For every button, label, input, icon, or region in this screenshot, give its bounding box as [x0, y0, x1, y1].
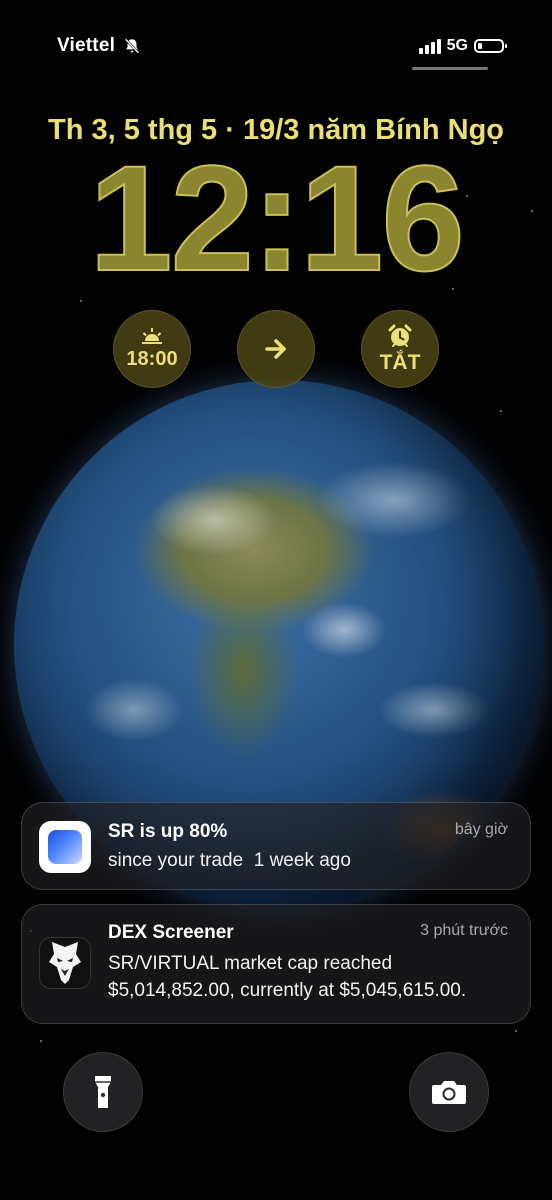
- camera-button[interactable]: [409, 1052, 489, 1132]
- battery-icon: [474, 39, 507, 53]
- notification-dex-screener[interactable]: DEX Screener 3 phút trước SR/VIRTUAL mar…: [21, 904, 531, 1024]
- notification-title: SR is up 80%: [108, 821, 228, 842]
- arrow-right-icon: [265, 339, 286, 359]
- notification-title: DEX Screener: [108, 922, 234, 943]
- eagle-icon: [39, 937, 91, 989]
- status-indicators: 5G: [418, 37, 507, 55]
- notification-time: 3 phút trước: [420, 922, 508, 939]
- sr-app-icon: [39, 821, 91, 873]
- camera-icon: [432, 1081, 466, 1104]
- lock-screen: Viettel 5G Th 3, 5 thg 5 · 19/3 năm Bính…: [0, 0, 552, 1200]
- sunset-icon: [142, 327, 162, 344]
- sunset-time: 18:00: [126, 347, 178, 370]
- directions-widget[interactable]: [237, 310, 315, 388]
- notification-time: bây giờ: [454, 821, 508, 838]
- alarm-widget[interactable]: TẮT: [361, 310, 439, 388]
- notification-body: SR/VIRTUAL market cap reached $5,014,852…: [108, 953, 467, 1001]
- signal-bars-icon: [418, 38, 441, 54]
- sunset-widget[interactable]: 18:00: [113, 310, 191, 388]
- carrier-name: Viettel: [57, 35, 116, 56]
- lock-clock: 12:16: [88, 134, 466, 302]
- notification-body: since your trade 1 week ago: [108, 850, 351, 871]
- network-type: 5G: [446, 37, 468, 54]
- control-center-indicator[interactable]: [412, 67, 488, 70]
- status-bar: Viettel 5G: [57, 34, 507, 58]
- bell-slash-icon: [124, 38, 140, 54]
- alarm-status: TẮT: [379, 351, 421, 374]
- flashlight-button[interactable]: [63, 1052, 143, 1132]
- flashlight-icon: [95, 1076, 111, 1108]
- alarm-clock-icon: [388, 324, 412, 347]
- notification-sr[interactable]: SR is up 80% bây giờ since your trade 1 …: [21, 802, 531, 890]
